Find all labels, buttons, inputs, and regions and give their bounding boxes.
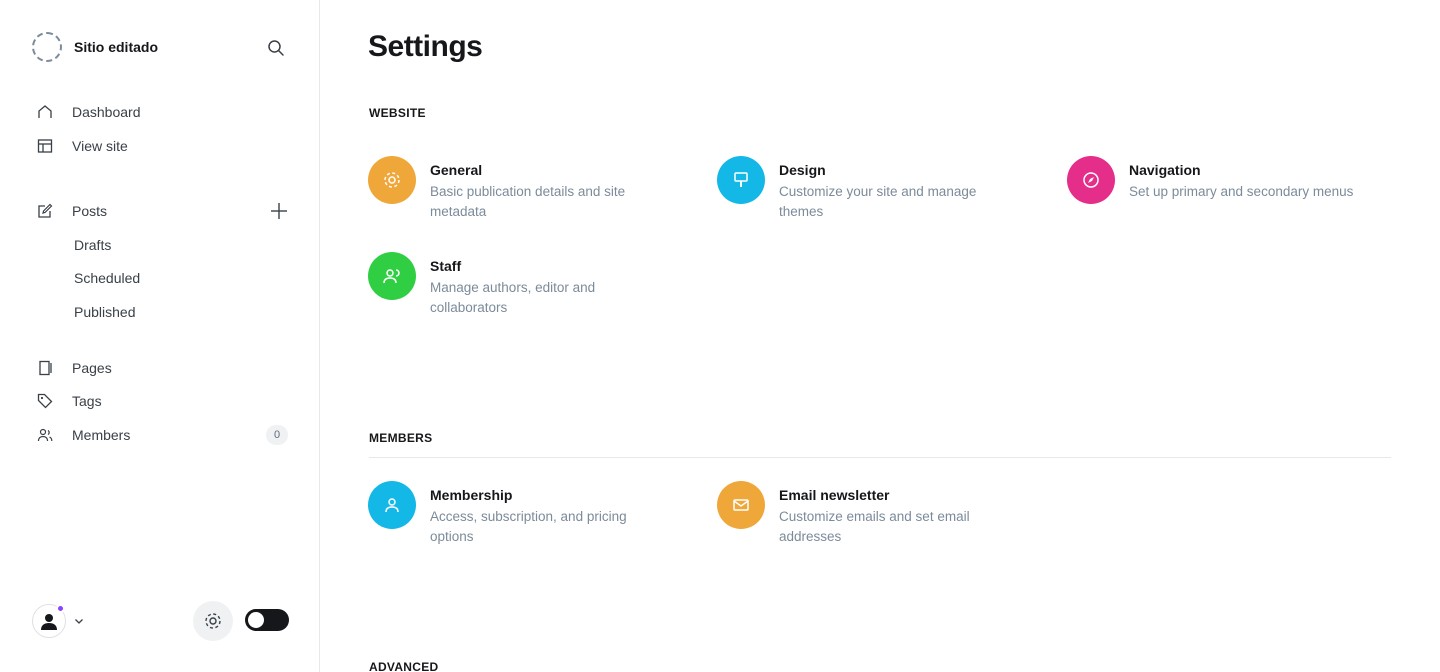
page-icon xyxy=(36,359,54,377)
section-title-website: WEBSITE xyxy=(369,106,426,120)
site-name: Sitio editado xyxy=(74,39,158,55)
sidebar-item-label: Dashboard xyxy=(72,104,141,120)
avatar xyxy=(32,604,66,638)
gear-icon xyxy=(368,156,416,204)
setting-description: Basic publication details and site metad… xyxy=(430,184,626,219)
notification-dot xyxy=(56,604,65,613)
sidebar-item-label: Pages xyxy=(72,360,112,376)
setting-title: Email newsletter xyxy=(779,487,890,503)
setting-description: Manage authors, editor and collaborators xyxy=(430,280,596,315)
sidebar-item-members[interactable]: Members xyxy=(36,426,130,444)
members-icon xyxy=(36,426,54,444)
user-menu[interactable] xyxy=(32,604,84,638)
sidebar-item-posts[interactable]: Posts xyxy=(36,202,107,220)
setting-description: Access, subscription, and pricing option… xyxy=(430,509,627,544)
paintbrush-icon xyxy=(717,156,765,204)
sidebar-item-label: Tags xyxy=(72,393,102,409)
toggle-knob xyxy=(248,612,264,628)
setting-design[interactable]: Design Customize your site and manage th… xyxy=(717,156,1017,222)
setting-description: Set up primary and secondary menus xyxy=(1129,184,1354,199)
section-title-members: MEMBERS xyxy=(369,431,433,445)
edit-icon xyxy=(36,202,54,220)
home-icon xyxy=(36,103,54,121)
brand[interactable]: Sitio editado xyxy=(32,32,158,62)
page-title: Settings xyxy=(368,30,483,63)
setting-title: Navigation xyxy=(1129,162,1201,178)
setting-membership[interactable]: Membership Access, subscription, and pri… xyxy=(368,481,668,547)
setting-general[interactable]: General Basic publication details and si… xyxy=(368,156,668,222)
setting-title: General xyxy=(430,162,483,178)
sidebar-item-view-site[interactable]: View site xyxy=(36,137,128,155)
section-title-advanced: ADVANCED xyxy=(369,660,439,672)
settings-button[interactable] xyxy=(193,601,233,641)
sidebar-item-published[interactable]: Published xyxy=(74,304,136,320)
new-post-button[interactable] xyxy=(268,200,290,222)
plus-icon xyxy=(271,203,287,219)
email-icon xyxy=(717,481,765,529)
members-count-badge: 0 xyxy=(266,425,288,445)
setting-staff[interactable]: Staff Manage authors, editor and collabo… xyxy=(368,252,668,318)
dark-mode-toggle[interactable] xyxy=(245,609,289,631)
sidebar-item-scheduled[interactable]: Scheduled xyxy=(74,270,140,286)
user-icon xyxy=(41,614,57,630)
sidebar-item-drafts[interactable]: Drafts xyxy=(74,237,111,253)
section-divider xyxy=(369,457,1391,458)
sidebar-item-label: Members xyxy=(72,427,131,443)
users-icon xyxy=(368,252,416,300)
sidebar-item-label: Posts xyxy=(72,203,108,219)
setting-title: Staff xyxy=(430,258,462,274)
sidebar-item-pages[interactable]: Pages xyxy=(36,359,112,377)
search-icon xyxy=(268,40,284,56)
setting-description: Customize emails and set email addresses xyxy=(779,509,970,544)
sidebar-item-dashboard[interactable]: Dashboard xyxy=(36,103,141,121)
members-icon xyxy=(368,481,416,529)
sidebar: Sitio editado Dashboard View site Posts … xyxy=(0,0,320,672)
setting-navigation[interactable]: Navigation Set up primary and secondary … xyxy=(1067,156,1397,204)
search-button[interactable] xyxy=(264,36,288,60)
site-logo-icon xyxy=(32,32,62,62)
setting-description: Customize your site and manage themes xyxy=(779,184,977,219)
browser-icon xyxy=(36,137,54,155)
sidebar-item-label: View site xyxy=(72,138,128,154)
setting-email-newsletter[interactable]: Email newsletter Customize emails and se… xyxy=(717,481,1017,547)
chevron-down-icon xyxy=(75,619,83,624)
setting-title: Design xyxy=(779,162,826,178)
gear-icon xyxy=(205,613,221,629)
setting-title: Membership xyxy=(430,487,513,503)
compass-icon xyxy=(1067,156,1115,204)
tag-icon xyxy=(36,392,54,410)
sidebar-item-tags[interactable]: Tags xyxy=(36,392,102,410)
